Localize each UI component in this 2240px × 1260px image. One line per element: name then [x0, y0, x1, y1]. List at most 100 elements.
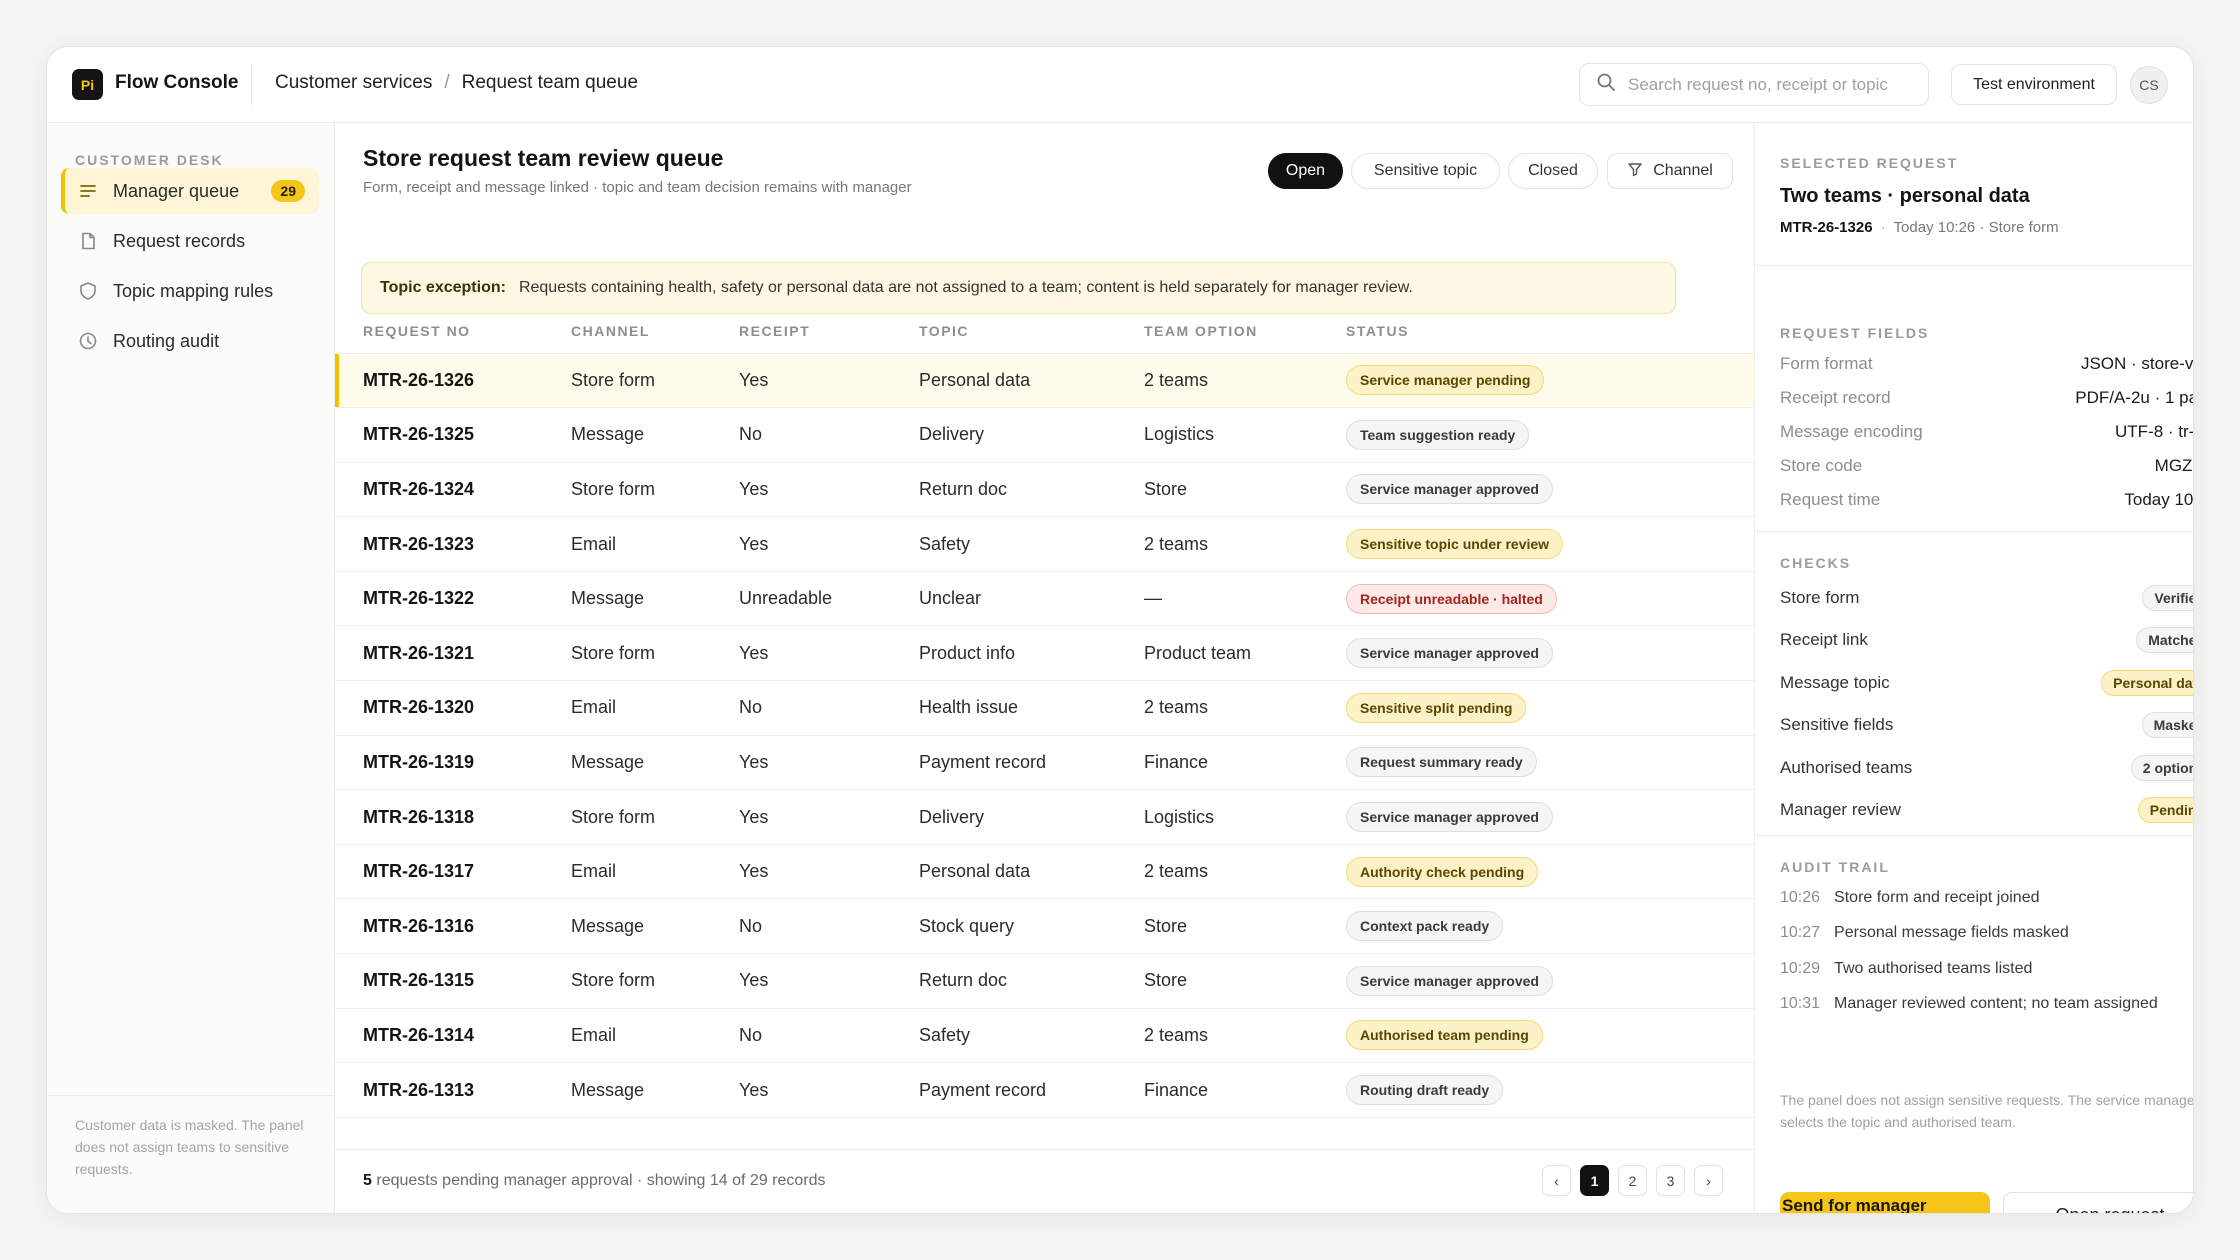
- app-logo[interactable]: Pi: [72, 69, 103, 100]
- column-header-status[interactable]: STATUS: [1346, 309, 1754, 354]
- pagination-page-1[interactable]: 1: [1580, 1165, 1609, 1196]
- divider: [1755, 835, 2193, 836]
- column-header-topic[interactable]: TOPIC: [919, 309, 1144, 354]
- app-window: Pi Flow Console Customer services / Requ…: [46, 46, 2194, 1214]
- avatar[interactable]: CS: [2130, 66, 2168, 104]
- status-badge: Service manager pending: [1346, 365, 1545, 396]
- field-key: Request time: [1780, 490, 1881, 509]
- receipt-cell: Yes: [739, 789, 919, 845]
- table-row[interactable]: MTR-26-1316 Message No Stock query Store Cont…: [335, 898, 1754, 955]
- filter-open[interactable]: Open: [1268, 153, 1343, 189]
- column-header-team-option[interactable]: TEAM OPTION: [1144, 309, 1346, 354]
- pending-summary: 5 requests pending manager approval · sh…: [363, 1172, 826, 1190]
- topic-cell: Payment record: [919, 735, 1144, 791]
- status-cell: Routing draft ready: [1346, 1062, 1754, 1118]
- audit-text: Store form and receipt joined: [1834, 889, 2040, 906]
- sidebar-item-routing-audit[interactable]: Routing audit: [61, 318, 319, 364]
- field-value: JSON · store-v2.6: [2080, 354, 2194, 373]
- status-cell: Service manager approved: [1346, 625, 1754, 682]
- table-row[interactable]: MTR-26-1324 Store form Yes Return doc Store S…: [335, 462, 1754, 518]
- status-badge: Service manager approved: [1346, 474, 1553, 505]
- field-request-time: Request time Today 10:26: [1780, 490, 2193, 510]
- check-row: Authorised teams 2 options: [1780, 754, 2193, 781]
- table-row[interactable]: MTR-26-1326 Store form Yes Personal data 2 t…: [335, 353, 1754, 409]
- check-row: Message topic Personal data: [1780, 669, 2193, 696]
- check-row: Store form Verified: [1780, 585, 2193, 611]
- details-panel: SELECTED REQUEST Two teams · personal da…: [1754, 123, 2193, 1213]
- field-key: Store code: [1780, 456, 1863, 475]
- selected-request-title: Two teams · personal data: [1780, 185, 2030, 207]
- status-badge: Team suggestion ready: [1346, 419, 1530, 450]
- table-row[interactable]: MTR-26-1313 Message Yes Payment record Finan…: [335, 1062, 1754, 1118]
- status-cell: Request summary ready: [1346, 735, 1754, 791]
- pagination-next-button[interactable]: ›: [1694, 1165, 1723, 1196]
- table-row[interactable]: MTR-26-1325 Message No Delivery Logistics Tea…: [335, 407, 1754, 463]
- sidebar-item-label: Routing audit: [113, 330, 220, 351]
- table-row[interactable]: MTR-26-1322 Message Unreadable Unclear — Rece…: [335, 571, 1754, 627]
- status-badge: Routing draft ready: [1346, 1075, 1504, 1106]
- channel-filter-label: Channel: [1653, 162, 1713, 179]
- sidebar-item-manager-queue[interactable]: Manager queue 29: [61, 168, 319, 214]
- request-fields-label: REQUEST FIELDS: [1780, 325, 1930, 341]
- request-number-cell: MTR-26-1316: [335, 898, 571, 955]
- audit-time: 10:27: [1780, 924, 1821, 942]
- table-row[interactable]: MTR-26-1318 Store form Yes Delivery Logistic…: [335, 789, 1754, 845]
- pagination-page-2[interactable]: 2: [1618, 1165, 1647, 1196]
- table-row[interactable]: MTR-26-1314 Email No Safety 2 teams Authorise…: [335, 1008, 1754, 1064]
- environment-button[interactable]: Test environment: [1951, 64, 2117, 105]
- column-header-channel[interactable]: CHANNEL: [571, 309, 739, 354]
- check-label: Receipt link: [1780, 630, 1868, 650]
- channel-cell: Message: [571, 571, 739, 627]
- table-row[interactable]: MTR-26-1321 Store form Yes Product info Prod…: [335, 625, 1754, 682]
- table-row[interactable]: MTR-26-1315 Store form Yes Return doc Store S…: [335, 953, 1754, 1009]
- send-for-approval-button[interactable]: Send for manager approval: [1780, 1192, 1990, 1213]
- topic-cell: Safety: [919, 516, 1144, 572]
- request-number-cell: MTR-26-1315: [335, 953, 571, 1009]
- field-receipt-record: Receipt record PDF/A-2u · 1 page: [1780, 388, 2193, 408]
- field-value: UTF-8 · tr-TR: [2115, 422, 2194, 441]
- sidebar-item-request-records[interactable]: Request records: [61, 218, 319, 264]
- open-request-button[interactable]: Open request: [2003, 1192, 2193, 1213]
- request-number-cell: MTR-26-1319: [335, 735, 571, 791]
- channel-cell: Store form: [571, 953, 739, 1009]
- status-badge: Service manager approved: [1346, 802, 1553, 833]
- table-row[interactable]: MTR-26-1323 Email Yes Safety 2 teams Sensitiv…: [335, 516, 1754, 572]
- column-header-request-no[interactable]: REQUEST NO: [335, 309, 571, 354]
- sidebar-item-label: Manager queue: [113, 180, 240, 201]
- selected-request-number: MTR-26-1326: [1780, 219, 1873, 236]
- column-header-receipt[interactable]: RECEIPT: [739, 309, 919, 354]
- audit-text: Manager reviewed content; no team assign…: [1834, 995, 2158, 1013]
- sidebar-item-label: Request records: [113, 230, 246, 251]
- audit-time: 10:29: [1780, 959, 1821, 977]
- table-row[interactable]: MTR-26-1317 Email Yes Personal data 2 teams A…: [335, 844, 1754, 900]
- table-row[interactable]: MTR-26-1320 Email No Health issue 2 teams Sen…: [335, 680, 1754, 736]
- status-cell: Service manager approved: [1346, 953, 1754, 1009]
- search-input[interactable]: [1628, 74, 1918, 95]
- sidebar-item-topic-mapping-rules[interactable]: Topic mapping rules: [61, 268, 319, 314]
- topic-cell: Payment record: [919, 1062, 1144, 1118]
- filter-sensitive-topic[interactable]: Sensitive topic: [1351, 153, 1500, 189]
- team-option-cell: Logistics: [1144, 407, 1346, 463]
- breadcrumb-section[interactable]: Customer services: [275, 72, 432, 94]
- check-label: Sensitive fields: [1780, 715, 1894, 735]
- pagination-prev-button[interactable]: ‹: [1542, 1165, 1571, 1196]
- pagination-page-3[interactable]: 3: [1656, 1165, 1685, 1196]
- status-badge: Authority check pending: [1346, 856, 1539, 887]
- request-number-cell: MTR-26-1318: [335, 789, 571, 845]
- status-cell: Authorised team pending: [1346, 1008, 1754, 1064]
- check-row: Manager review Pending: [1780, 797, 2193, 823]
- table-row[interactable]: MTR-26-1319 Message Yes Payment record Finan…: [335, 735, 1754, 791]
- field-key: Message encoding: [1780, 422, 1923, 441]
- request-number-cell: MTR-26-1313: [335, 1062, 571, 1118]
- topic-cell: Personal data: [919, 353, 1144, 409]
- channel-cell: Store form: [571, 462, 739, 518]
- channel-filter-button[interactable]: Channel: [1607, 153, 1733, 189]
- status-badge: Service manager approved: [1346, 638, 1553, 669]
- top-bar: Pi Flow Console Customer services / Requ…: [47, 47, 2193, 123]
- field-value: PDF/A-2u · 1 page: [2075, 388, 2193, 407]
- topic-cell: Health issue: [919, 680, 1144, 736]
- search-box[interactable]: [1579, 63, 1929, 106]
- filter-closed[interactable]: Closed: [1508, 153, 1598, 189]
- document-icon: [77, 230, 99, 252]
- status-cell: Sensitive split pending: [1346, 680, 1754, 736]
